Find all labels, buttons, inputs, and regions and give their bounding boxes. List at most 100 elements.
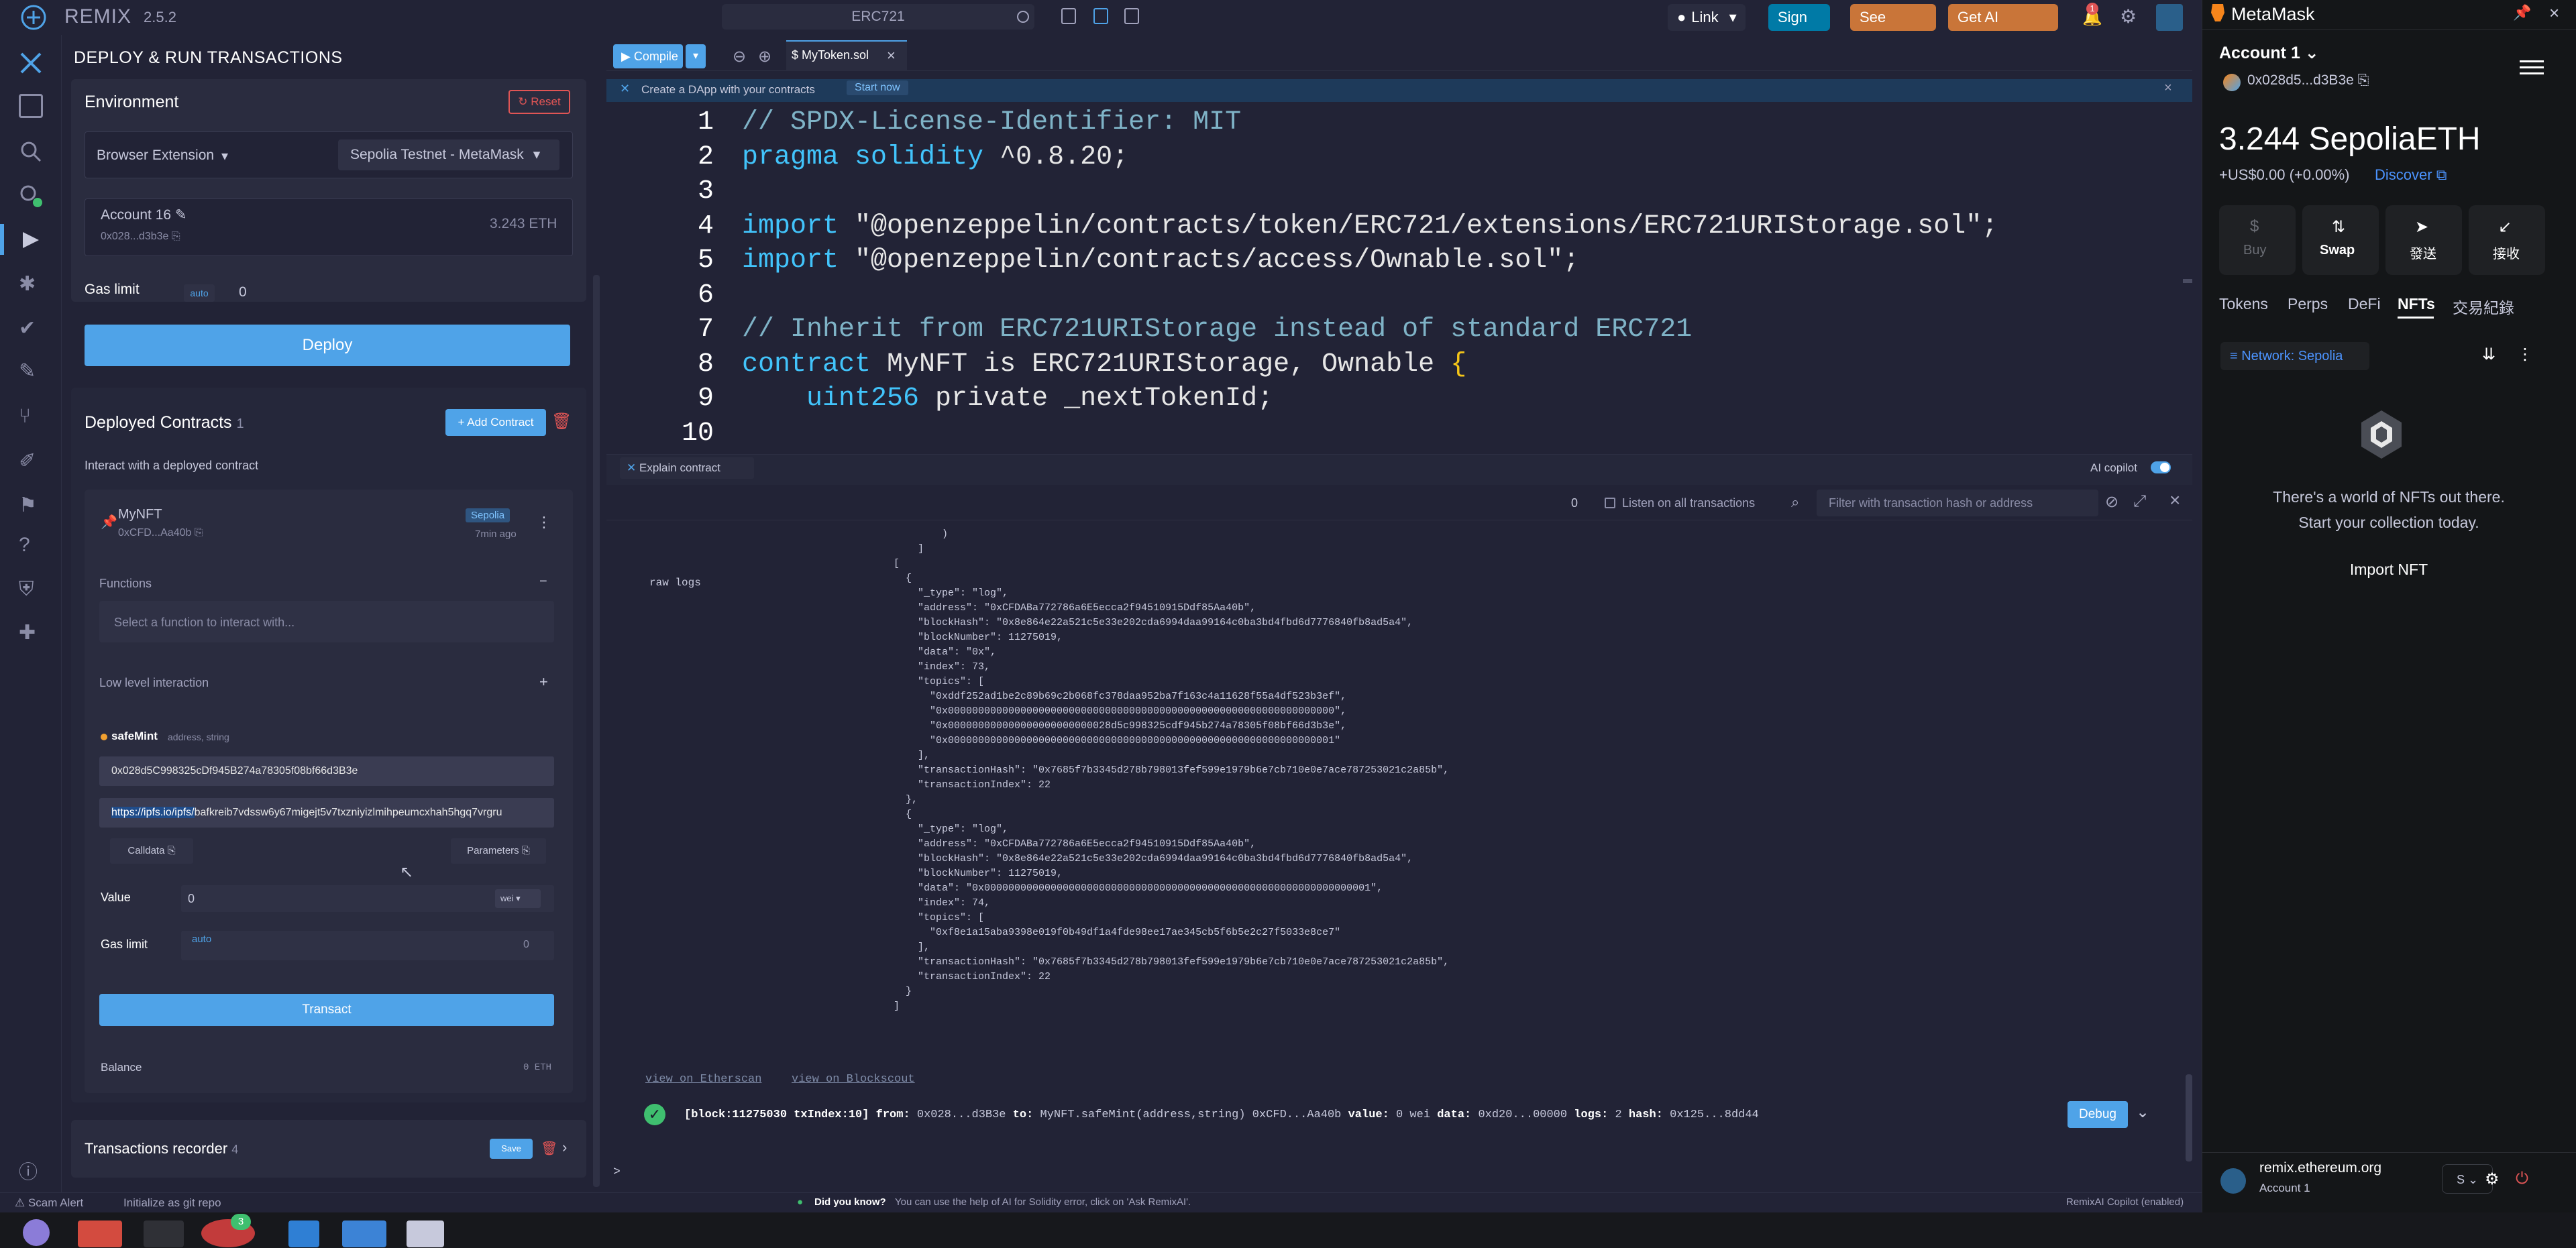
file-explorer-icon[interactable]	[19, 94, 43, 118]
help-icon[interactable]: ?	[19, 534, 43, 558]
pin-extension-icon[interactable]: 📌	[2513, 4, 2531, 21]
mm-discover-link[interactable]: Discover ⧉	[2375, 166, 2447, 184]
code-line[interactable]: pragma solidity ^0.8.20;	[742, 142, 1128, 172]
code-line[interactable]: uint256 private _nextTokenId;	[742, 384, 1273, 414]
pin-icon[interactable]: 📌	[101, 514, 117, 530]
compile-button[interactable]: ▶ Compile	[613, 44, 683, 68]
chevron-right-icon[interactable]: ›	[562, 1139, 567, 1156]
vscode-app-icon[interactable]	[288, 1221, 319, 1247]
calendar-app-icon[interactable]	[342, 1221, 386, 1247]
workspace-dropdown-icon[interactable]	[1017, 11, 1029, 23]
solidity-compiler-icon[interactable]	[19, 184, 43, 208]
close-metamask-icon[interactable]: ×	[2549, 3, 2559, 23]
expand-low-level-icon[interactable]: +	[539, 673, 548, 691]
code-line[interactable]: // SPDX-License-Identifier: MIT	[742, 107, 1241, 137]
mm-network-filter[interactable]: ≡ Network: Sepolia	[2220, 342, 2369, 370]
remix-ai-icon[interactable]	[2156, 4, 2183, 31]
sort-icon[interactable]: ⇊	[2482, 345, 2496, 364]
mm-account-selector[interactable]: Account 1 ⌄	[2219, 43, 2319, 63]
mm-tab-defi[interactable]: DeFi	[2348, 295, 2381, 313]
gas-auto-toggle[interactable]: auto	[184, 284, 215, 302]
value-unit-select[interactable]: wei ▾	[495, 889, 541, 908]
code-line[interactable]: // Inherit from ERC721URIStorage instead…	[742, 315, 1692, 345]
toggle-terminal-icon[interactable]	[1093, 8, 1108, 24]
listen-checkbox[interactable]	[1605, 498, 1615, 508]
launcher-icon[interactable]	[23, 1219, 50, 1246]
certificate-icon[interactable]: ⚑	[19, 494, 43, 518]
transact-button[interactable]: Transact	[99, 994, 554, 1026]
git-icon[interactable]: ⑂	[19, 405, 43, 429]
tx-summary[interactable]: [block:11275030 txIndex:10] from: 0x028.…	[684, 1109, 1759, 1121]
ai-copilot-toggle[interactable]	[2151, 461, 2171, 473]
collapse-functions-icon[interactable]: −	[539, 574, 547, 589]
calldata-copy-button[interactable]: Calldata ⎘	[110, 838, 193, 864]
parameters-copy-button[interactable]: Parameters ⎘	[451, 838, 546, 864]
terminal-filter-input[interactable]: Filter with transaction hash or address	[1817, 490, 2098, 516]
gas-limit-input[interactable]: 0	[239, 284, 247, 300]
address-param-input[interactable]: 0x028d5C998325cDf945B274a78305f08bf66d3B…	[99, 756, 554, 786]
zoom-out-icon[interactable]: ⊖	[733, 47, 746, 66]
start-now-button[interactable]: Start now	[847, 80, 908, 95]
mm-buy-button[interactable]	[2219, 205, 2296, 275]
chevron-down-icon[interactable]: ▾	[221, 148, 228, 164]
close-banner-icon[interactable]: ×	[2164, 80, 2172, 96]
deploy-run-icon[interactable]	[19, 228, 43, 252]
plugin-manager-icon[interactable]: ✎	[19, 359, 43, 384]
uri-param-input[interactable]: https://ipfs.io/ipfs/bafkreib7vdssw6y67m…	[99, 798, 554, 828]
close-terminal-icon[interactable]: ×	[2169, 490, 2180, 511]
toggle-right-panel-icon[interactable]	[1124, 8, 1139, 24]
delete-recorder-icon[interactable]: 🗑	[541, 1140, 557, 1157]
workspace-select[interactable]: ERC721	[722, 4, 1034, 30]
mm-tab-perps[interactable]: Perps	[2288, 295, 2328, 313]
get-ai-credits-button[interactable]: Get AI Credits	[1948, 4, 2058, 52]
learneth-icon[interactable]: ✐	[19, 449, 43, 473]
code-line[interactable]: import "@openzeppelin/contracts/access/O…	[742, 245, 1579, 276]
more-options-icon[interactable]: ⋮	[537, 514, 551, 531]
mm-tab-tokens[interactable]: Tokens	[2219, 295, 2268, 313]
files-app-icon[interactable]	[78, 1221, 122, 1247]
mm-more-icon[interactable]: ⋮	[2517, 345, 2533, 364]
mm-receive-button[interactable]	[2469, 205, 2545, 275]
github-link-button[interactable]: ● Link ▾	[1668, 4, 1746, 31]
compile-options-dropdown[interactable]: ▾	[686, 44, 706, 68]
code-line[interactable]: contract MyNFT is ERC721URIStorage, Owna…	[742, 349, 1466, 380]
debug-button[interactable]: Debug	[2068, 1101, 2128, 1128]
maximize-terminal-icon[interactable]: ⤢	[2133, 492, 2146, 511]
zoom-in-icon[interactable]: ⊕	[758, 47, 771, 66]
mm-send-button[interactable]	[2385, 205, 2462, 275]
save-scenario-button[interactable]: Save	[490, 1139, 533, 1159]
terminal-prompt[interactable]: >	[613, 1166, 621, 1179]
mm-account-address[interactable]: 0x028d5...d3B3e ⎘	[2247, 72, 2369, 89]
deploy-button[interactable]: Deploy	[85, 325, 570, 366]
plugin-icon[interactable]: ✚	[19, 621, 43, 645]
remix-home-icon[interactable]	[19, 51, 43, 75]
gas2-auto-label[interactable]: auto	[192, 933, 211, 945]
text-editor-app-icon[interactable]	[407, 1221, 444, 1247]
add-contract-button[interactable]: + Add Contract	[445, 409, 546, 436]
mm-settings-icon[interactable]: ⚙	[2485, 1170, 2500, 1189]
info-icon[interactable]: ⓘ	[19, 1157, 43, 1182]
see-plans-button[interactable]: See Plans	[1850, 4, 1936, 52]
mm-tab-activity[interactable]: 交易紀錄	[2453, 295, 2514, 318]
git-init-link[interactable]: Initialize as git repo	[123, 1196, 221, 1210]
terminal-app-icon[interactable]	[144, 1221, 184, 1247]
mm-menu-icon[interactable]	[2520, 58, 2544, 76]
reset-button[interactable]: ↻ Reset	[508, 90, 570, 114]
settings-gear-icon[interactable]: ⚙	[2120, 5, 2137, 27]
delete-contracts-icon[interactable]: 🗑	[551, 412, 572, 431]
mm-swap-button[interactable]	[2302, 205, 2379, 275]
mm-disconnect-icon[interactable]: ⏻	[2516, 1170, 2528, 1188]
terminal-scrollbar[interactable]	[2186, 1074, 2192, 1161]
search-icon[interactable]	[19, 139, 43, 164]
etherscan-link[interactable]: view on Etherscan	[645, 1073, 761, 1086]
scam-alert[interactable]: ⚠ Scam Alert	[15, 1196, 83, 1210]
gas-limit2-input[interactable]	[181, 931, 554, 960]
blockscout-link[interactable]: view on Blockscout	[792, 1073, 915, 1086]
toggle-side-panel-icon[interactable]	[1061, 8, 1076, 24]
clear-console-icon[interactable]: ⊘	[2105, 492, 2118, 512]
side-panel-scrollbar[interactable]	[593, 275, 600, 1187]
shield-icon[interactable]: ⛨	[19, 578, 43, 602]
close-tab-icon[interactable]: ×	[887, 47, 896, 64]
debugger-icon[interactable]: ✱	[19, 272, 43, 296]
code-line[interactable]: import "@openzeppelin/contracts/token/ER…	[742, 211, 1998, 241]
